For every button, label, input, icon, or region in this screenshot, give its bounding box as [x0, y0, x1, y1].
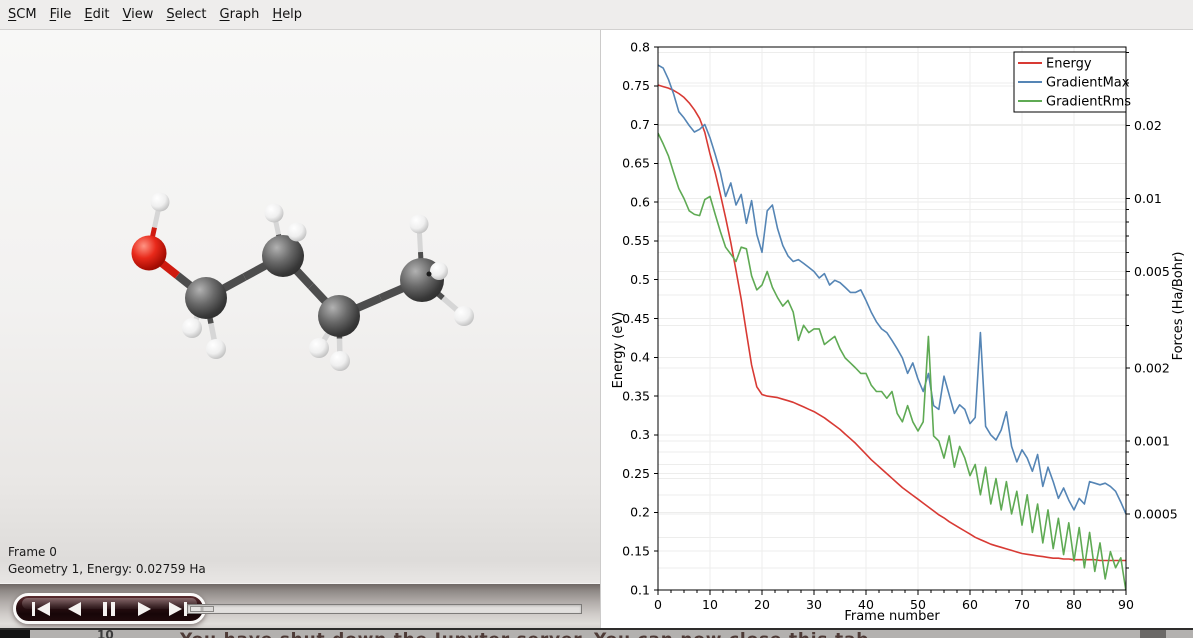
svg-text:0.7: 0.7: [630, 117, 650, 132]
background-window-corner: [0, 630, 30, 638]
jupyter-shutdown-message: You have shut down the Jupyter server. Y…: [180, 630, 876, 638]
y-right-axis-title: Forces (Ha/Bohr): [1171, 252, 1186, 361]
svg-text:0.35: 0.35: [622, 388, 650, 403]
pause-icon: [98, 601, 120, 617]
frame-label: Frame 0: [8, 544, 206, 561]
svg-text:0.75: 0.75: [622, 78, 650, 93]
x-axis-title: Frame number: [844, 609, 940, 624]
menu-item-help[interactable]: Help: [272, 5, 302, 24]
skip-to-start-button[interactable]: [29, 600, 53, 618]
step-back-button[interactable]: [63, 600, 87, 618]
frame-slider-thumb[interactable]: [190, 606, 214, 612]
menu-item-select[interactable]: Select: [166, 5, 206, 24]
frame-slider-track[interactable]: [187, 604, 582, 614]
svg-text:0.001: 0.001: [1134, 433, 1170, 448]
menu-item-file[interactable]: File: [50, 5, 72, 24]
svg-text:GradientMax: GradientMax: [1046, 76, 1130, 91]
menu-item-graph[interactable]: Graph: [220, 5, 260, 24]
notebook-line-number: 10: [97, 628, 114, 638]
playback-controls-bar: [0, 583, 600, 628]
svg-text:0.1: 0.1: [630, 582, 650, 597]
pause-button[interactable]: [97, 600, 121, 618]
svg-text:0.15: 0.15: [622, 544, 650, 559]
svg-text:0.8: 0.8: [630, 39, 650, 54]
status-text: Frame 0 Geometry 1, Energy: 0.02759 Ha: [8, 544, 206, 578]
svg-text:0.65: 0.65: [622, 156, 650, 171]
svg-text:0.002: 0.002: [1134, 360, 1170, 375]
background-browser-strip: 10 You have shut down the Jupyter server…: [0, 628, 1193, 638]
svg-text:0.45: 0.45: [622, 311, 650, 326]
svg-text:30: 30: [806, 597, 822, 612]
skip-to-end-icon: [167, 601, 189, 617]
svg-text:0.02: 0.02: [1134, 118, 1162, 133]
play-icon: [133, 601, 155, 617]
geometry-energy-label: Geometry 1, Energy: 0.02759 Ha: [8, 561, 206, 578]
svg-text:0.2: 0.2: [630, 505, 650, 520]
amsmovie-window: { "menu": { "items": [ {"label":"SCM","m…: [0, 0, 1193, 638]
y-left-axis-title: Energy (eV): [611, 312, 626, 389]
skip-to-start-icon: [30, 601, 52, 617]
svg-text:0: 0: [654, 597, 662, 612]
svg-text:0.5: 0.5: [630, 272, 650, 287]
convergence-chart: 0.1 0.15 0.2 0.25 0.3 0.35 0.4 0.45 0.5 0.55 0.6 0.…: [601, 30, 1193, 632]
svg-text:0.0005: 0.0005: [1134, 506, 1178, 521]
menu-item-edit[interactable]: Edit: [84, 5, 109, 24]
menu-item-view[interactable]: View: [123, 5, 154, 24]
molecule-viewport[interactable]: Frame 0 Geometry 1, Energy: 0.02759 Ha: [0, 30, 600, 583]
svg-text:90: 90: [1118, 597, 1134, 612]
svg-text:0.005: 0.005: [1134, 264, 1170, 279]
svg-text:0.01: 0.01: [1134, 191, 1162, 206]
svg-text:70: 70: [1014, 597, 1030, 612]
menu-item-scm[interactable]: SCM: [8, 5, 37, 24]
svg-text:0.55: 0.55: [622, 233, 650, 248]
svg-text:10: 10: [702, 597, 718, 612]
chart-legend: Energy GradientMax GradientRms: [1014, 52, 1131, 112]
svg-text:0.4: 0.4: [630, 350, 650, 365]
svg-text:0.25: 0.25: [622, 466, 650, 481]
svg-text:Energy: Energy: [1046, 57, 1092, 72]
svg-text:0.3: 0.3: [630, 427, 650, 442]
svg-text:60: 60: [962, 597, 978, 612]
background-window-fragment: [1140, 630, 1166, 638]
play-button[interactable]: [132, 600, 156, 618]
svg-text:80: 80: [1066, 597, 1082, 612]
step-back-icon: [64, 601, 86, 617]
playback-pill: [13, 593, 206, 624]
svg-text:GradientRms: GradientRms: [1046, 95, 1131, 110]
svg-text:20: 20: [754, 597, 770, 612]
graph-panel: 0.1 0.15 0.2 0.25 0.3 0.35 0.4 0.45 0.5 0.55 0.6 0.…: [600, 30, 1193, 628]
svg-text:0.6: 0.6: [630, 194, 650, 209]
menu-bar: SCM File Edit View Select Graph Help: [0, 0, 1193, 30]
